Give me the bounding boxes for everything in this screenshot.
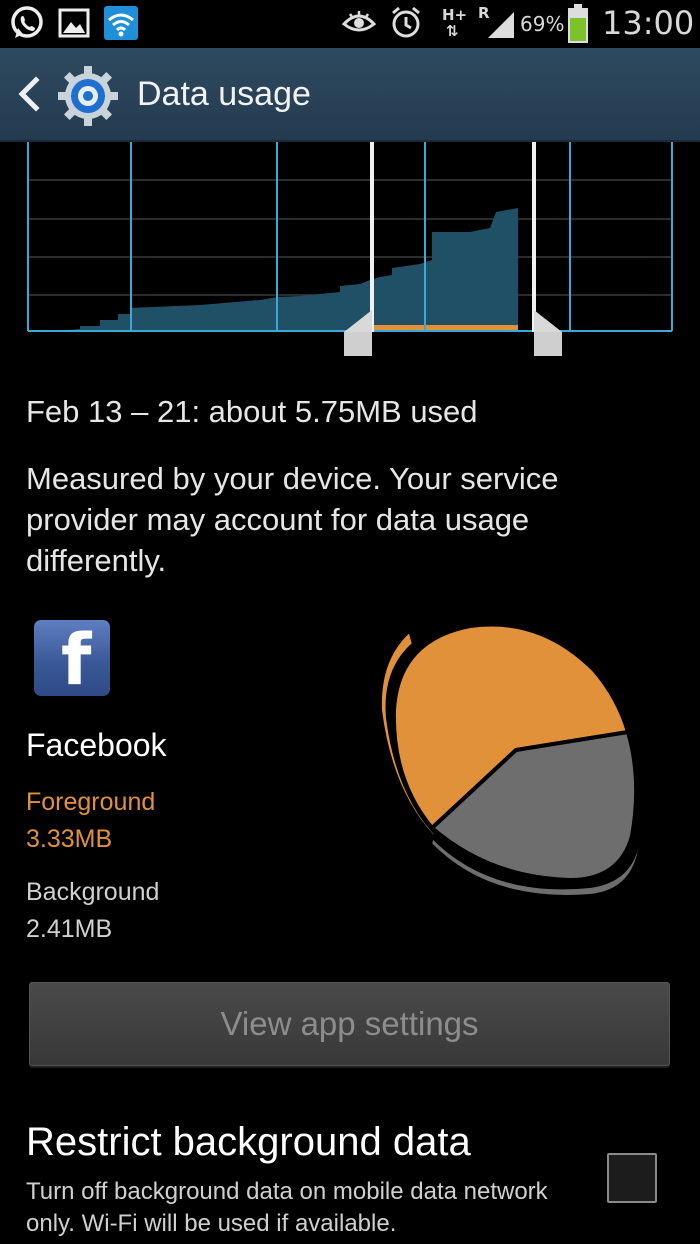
clock: 13:00 — [602, 4, 695, 42]
view-app-settings-button[interactable]: View app settings — [29, 982, 670, 1066]
range-end-handle[interactable] — [532, 142, 562, 356]
usage-range-summary: Feb 13 – 21: about 5.75MB used — [26, 394, 478, 429]
measurement-note: Measured by your device. Your service pr… — [26, 461, 559, 578]
foreground-value: 3.33MB — [26, 825, 113, 853]
restrict-background-description: Turn off background data on mobile data … — [26, 1178, 548, 1237]
foreground-label: Foreground — [26, 788, 156, 816]
background-value: 2.41MB — [26, 915, 113, 943]
data-arrows-icon: ⇅ — [446, 22, 459, 40]
back-icon[interactable] — [14, 76, 44, 112]
usage-chart[interactable] — [0, 142, 700, 362]
restrict-background-title: Restrict background data — [26, 1120, 471, 1164]
battery-percent: 69% — [520, 12, 565, 36]
usage-pie-chart — [377, 622, 643, 899]
restrict-background-checkbox[interactable] — [607, 1153, 657, 1203]
page-title: Data usage — [137, 75, 311, 113]
app-name: Facebook — [26, 727, 167, 763]
facebook-logo-letter: f — [61, 620, 92, 696]
settings-gear-icon[interactable] — [56, 64, 120, 128]
facebook-app-icon: f — [34, 620, 110, 696]
background-label: Background — [26, 878, 160, 906]
eye-icon — [342, 11, 376, 32]
whatsapp-icon — [11, 6, 43, 38]
signal-icon — [488, 12, 514, 38]
battery-icon — [568, 4, 588, 43]
gallery-icon — [58, 8, 90, 38]
usage-area — [58, 208, 518, 331]
action-bar: Data usage — [0, 48, 700, 142]
alarm-icon — [392, 6, 420, 38]
status-bar: H+ ⇅ R 69% 13:00 — [0, 0, 700, 48]
wifi-icon — [104, 6, 138, 40]
